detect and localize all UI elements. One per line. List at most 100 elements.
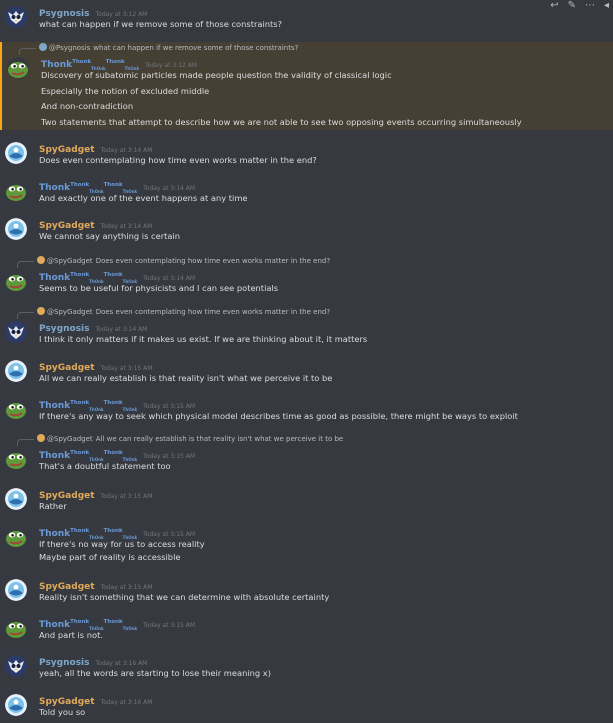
message-timestamp: Today at 3:14 AM bbox=[100, 223, 153, 230]
reply-preview[interactable]: @SpyGadget Does even contemplating how ti… bbox=[37, 306, 330, 318]
chat-message: ThonkThonkThOnkThonkThOnk Today at 3:15 A… bbox=[0, 396, 613, 427]
message-text: And exactly one of the event happens at … bbox=[39, 193, 248, 203]
message-timestamp: Today at 3:16 AM bbox=[100, 699, 153, 706]
username-decoration: Thonk bbox=[103, 619, 123, 625]
reply-avatar-icon bbox=[37, 434, 45, 442]
chat-message: SpyGadget Today at 3:15 AM Rather bbox=[0, 486, 613, 517]
reply-text: All we can really establish is that real… bbox=[95, 435, 344, 443]
reply-username: @SpyGadget bbox=[47, 308, 93, 316]
message-timestamp: Today at 3:15 AM bbox=[100, 365, 153, 372]
reply-preview[interactable]: @Psygnosis what can happen if we remove s… bbox=[39, 42, 298, 54]
reply-spine bbox=[17, 439, 34, 446]
message-timestamp: Today at 3:15 AM bbox=[143, 531, 196, 538]
message-text: Seems to be useful for physicists and I … bbox=[39, 283, 279, 293]
username-decoration: Thonk bbox=[70, 450, 90, 456]
message-text: Reality isn't something that we can dete… bbox=[39, 592, 330, 602]
message-text: Especially the notion of excluded middle bbox=[41, 85, 210, 96]
message-header: ThonkThonkThOnkThonkThOnk Today at 3:14 A… bbox=[39, 268, 196, 284]
username-decoration: ThOnk bbox=[122, 625, 138, 631]
message-header: ThonkThonkThOnkThonkThOnk Today at 3:15 A… bbox=[39, 446, 196, 462]
reply-username: @Psygnosis bbox=[49, 44, 91, 52]
reply-spine bbox=[17, 261, 34, 268]
chat-message: @SpyGadget Does even contemplating how ti… bbox=[0, 306, 613, 350]
message-timestamp: Today at 3:16 AM bbox=[95, 660, 148, 667]
message-timestamp: Today at 3:15 AM bbox=[143, 403, 196, 410]
message-text: Two statements that attempt to describe … bbox=[41, 116, 522, 127]
owl-avatar[interactable] bbox=[5, 655, 27, 677]
username-decoration: Thonk bbox=[103, 182, 123, 188]
reply-avatar-icon bbox=[37, 307, 45, 315]
message-text: Rather bbox=[39, 501, 67, 511]
chat-message: SpyGadget Today at 3:16 AM Told you so bbox=[0, 692, 613, 723]
pepe-frog-avatar[interactable] bbox=[5, 180, 27, 202]
spy-circle-avatar[interactable] bbox=[5, 360, 27, 382]
message-header: ThonkThonkThOnkThonkThOnk Today at 3:15 A… bbox=[39, 615, 196, 631]
chat-message: Psygnosis Today at 3:16 AM yeah, all the w… bbox=[0, 653, 613, 684]
spy-circle-avatar[interactable] bbox=[5, 218, 27, 240]
username-decoration: Thonk bbox=[103, 400, 123, 406]
message-header: ThonkThonkThOnkThonkThOnk Today at 3:12 A… bbox=[41, 55, 197, 71]
username-decoration: Thonk bbox=[72, 59, 92, 65]
reply-username: @SpyGadget bbox=[47, 257, 93, 265]
pepe-frog-avatar[interactable] bbox=[5, 448, 27, 470]
message-header: Psygnosis Today at 3:12 AM bbox=[39, 4, 148, 19]
message-timestamp: Today at 3:14 AM bbox=[143, 185, 196, 192]
message-text: And non-contradiction bbox=[41, 101, 134, 111]
reply-spine bbox=[17, 312, 34, 319]
reply-text: Does even contemplating how time even wo… bbox=[95, 257, 331, 265]
message-text: And part is not. bbox=[39, 630, 103, 640]
username-decoration: Thonk bbox=[105, 59, 125, 65]
username-decoration: Thonk bbox=[70, 182, 90, 188]
message-text: If there's no way for us to access reali… bbox=[39, 539, 205, 549]
message-timestamp: Today at 3:14 AM bbox=[143, 275, 196, 282]
spy-circle-avatar[interactable] bbox=[5, 694, 27, 716]
chat-message: @Psygnosis what can happen if we remove s… bbox=[0, 42, 613, 130]
message-text: what can happen if we remove some of tho… bbox=[39, 19, 282, 29]
message-timestamp: Today at 3:15 AM bbox=[143, 622, 196, 629]
message-timestamp: Today at 3:12 AM bbox=[95, 11, 148, 18]
message-header: SpyGadget Today at 3:15 AM bbox=[39, 577, 153, 592]
username-decoration: Thonk bbox=[70, 400, 90, 406]
message-text: That's a doubtful statement too bbox=[39, 461, 171, 471]
chat-message: SpyGadget Today at 3:14 AM We cannot say a… bbox=[0, 216, 613, 247]
message-text: All we can really establish is that real… bbox=[39, 373, 333, 383]
owl-avatar[interactable] bbox=[5, 6, 27, 28]
message-timestamp: Today at 3:15 AM bbox=[143, 453, 196, 460]
chat-message: SpyGadget Today at 3:15 AM All we can real… bbox=[0, 358, 613, 389]
message-header: ThonkThonkThOnkThonkThOnk Today at 3:14 A… bbox=[39, 178, 196, 194]
reply-spine bbox=[19, 48, 36, 55]
chat-message: Psygnosis Today at 3:12 AM what can happen… bbox=[0, 4, 613, 35]
username-decoration: Thonk bbox=[70, 272, 90, 278]
message-text: Maybe part of reality is accessible bbox=[39, 552, 181, 562]
pepe-frog-avatar[interactable] bbox=[5, 398, 27, 420]
reply-text: what can happen if we remove some of tho… bbox=[93, 44, 299, 52]
spy-circle-avatar[interactable] bbox=[5, 488, 27, 510]
message-header: Psygnosis Today at 3:16 AM bbox=[39, 653, 148, 668]
pepe-frog-avatar[interactable] bbox=[5, 617, 27, 639]
reply-username: @SpyGadget bbox=[47, 435, 93, 443]
chat-message: SpyGadget Today at 3:15 AM Reality isn't s… bbox=[0, 577, 613, 608]
pepe-frog-avatar[interactable] bbox=[5, 270, 27, 292]
username-decoration: Thonk bbox=[103, 528, 123, 534]
message-header: ThonkThonkThOnkThonkThOnk Today at 3:15 A… bbox=[39, 396, 196, 412]
spy-circle-avatar[interactable] bbox=[5, 142, 27, 164]
pepe-frog-avatar[interactable] bbox=[7, 57, 29, 79]
message-timestamp: Today at 3:15 AM bbox=[100, 584, 153, 591]
owl-avatar[interactable] bbox=[5, 321, 27, 343]
reply-preview[interactable]: @SpyGadget All we can really establish is… bbox=[37, 433, 343, 445]
reply-preview[interactable]: @SpyGadget Does even contemplating how ti… bbox=[37, 255, 330, 267]
message-header: ThonkThonkThOnkThonkThOnk Today at 3:15 A… bbox=[39, 524, 196, 540]
spy-circle-avatar[interactable] bbox=[5, 579, 27, 601]
message-text: yeah, all the words are starting to lose… bbox=[39, 668, 271, 678]
message-header: Psygnosis Today at 3:14 AM bbox=[39, 319, 147, 334]
message-header: SpyGadget Today at 3:16 AM bbox=[39, 692, 153, 707]
message-header: SpyGadget Today at 3:14 AM bbox=[39, 140, 152, 155]
message-text: We cannot say anything is certain bbox=[39, 231, 181, 241]
message-header: SpyGadget Today at 3:14 AM bbox=[39, 216, 153, 231]
message-text: Discovery of subatomic particles made pe… bbox=[41, 70, 392, 80]
message-timestamp: Today at 3:15 AM bbox=[100, 493, 153, 500]
username-decoration: Thonk bbox=[103, 272, 123, 278]
pepe-frog-avatar[interactable] bbox=[5, 526, 27, 548]
reply-avatar-icon bbox=[37, 256, 45, 264]
chat-message: ThonkThonkThOnkThonkThOnk Today at 3:15 A… bbox=[0, 524, 613, 568]
